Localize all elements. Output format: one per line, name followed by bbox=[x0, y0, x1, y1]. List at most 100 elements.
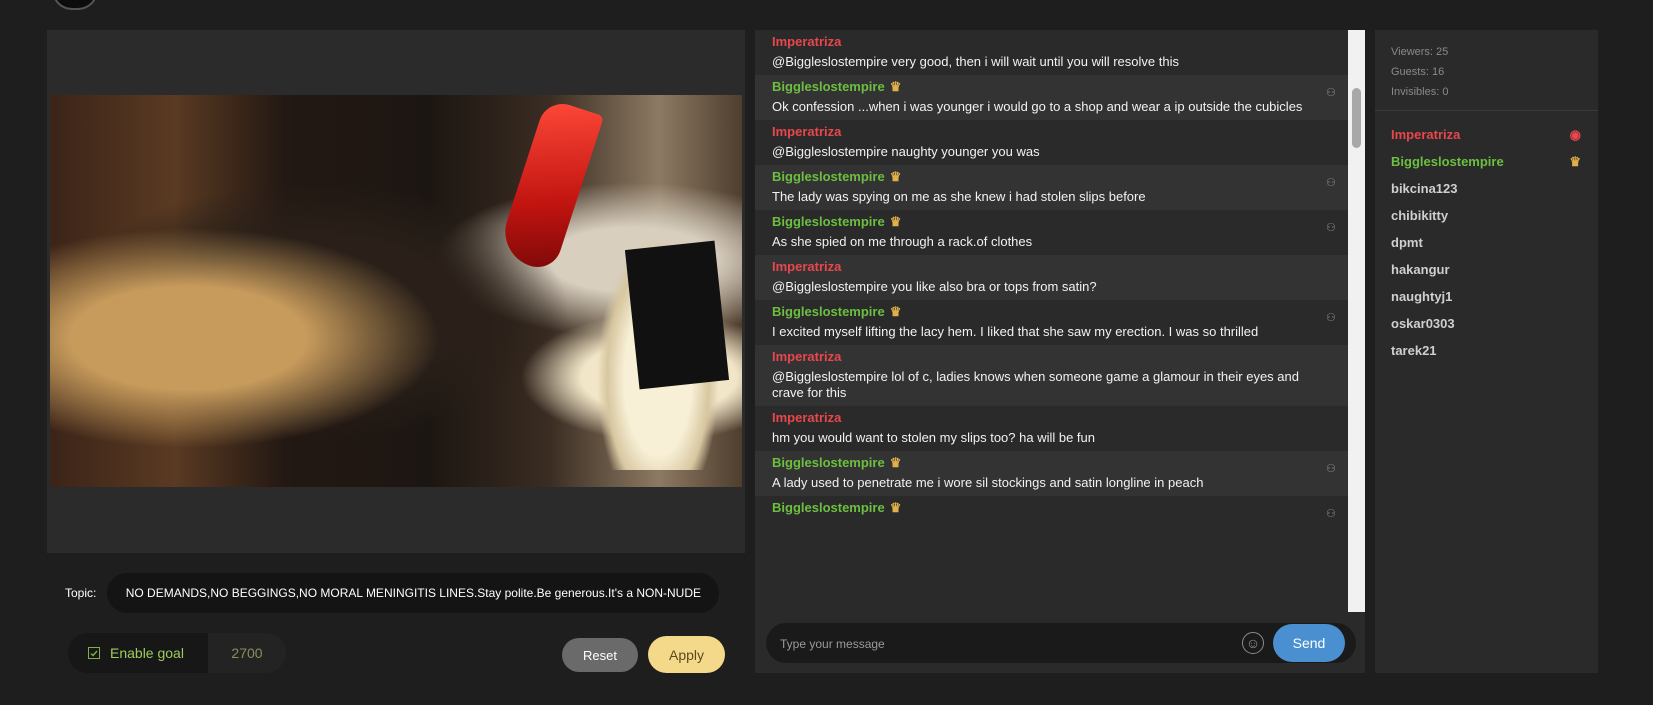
user-status-icon: ⚇ bbox=[1326, 87, 1336, 99]
guests-count: Guests: 16 bbox=[1391, 66, 1445, 78]
chat-message: Biggleslostempire ♛ The lady was spying on… bbox=[755, 165, 1348, 210]
user-list-name[interactable]: Biggleslostempire bbox=[1391, 154, 1504, 169]
user-status-icon: ⚇ bbox=[1326, 463, 1336, 475]
user-list-item[interactable]: bikcina123 bbox=[1375, 175, 1598, 202]
user-list-name[interactable]: Imperatriza bbox=[1391, 127, 1460, 142]
chat-username-text[interactable]: Biggleslostempire bbox=[772, 168, 885, 186]
user-list: Imperatriza ◉ Biggleslostempire ♛ bikcina123… bbox=[1375, 111, 1598, 364]
chat-message-input[interactable] bbox=[778, 623, 1242, 665]
crown-icon: ♛ bbox=[1569, 154, 1581, 169]
chat-message-list[interactable]: Imperatriza @Biggleslostempire very good,… bbox=[755, 30, 1348, 612]
video-content-shoe bbox=[495, 97, 605, 274]
chat-message: Biggleslostempire ♛ ⚇ bbox=[755, 496, 1348, 522]
users-panel: Viewers: 25 Guests: 16 Invisibles: 0 Imp… bbox=[1375, 30, 1598, 673]
user-status-icon: ⚇ bbox=[1326, 177, 1336, 189]
chat-message-username[interactable]: Imperatriza bbox=[772, 348, 1334, 366]
viewer-stats: Viewers: 25 Guests: 16 Invisibles: 0 bbox=[1375, 30, 1598, 111]
goal-amount-input[interactable]: 2700 bbox=[208, 633, 286, 673]
crown-icon: ♛ bbox=[889, 169, 902, 184]
user-list-name[interactable]: bikcina123 bbox=[1391, 181, 1458, 196]
chat-message-text: @Biggleslostempire naughty younger you w… bbox=[772, 144, 1040, 159]
chat-message: Biggleslostempire ♛ Ok confession ...when … bbox=[755, 75, 1348, 120]
user-list-item[interactable]: Biggleslostempire ♛ bbox=[1375, 148, 1598, 175]
webcam-video[interactable] bbox=[50, 95, 742, 487]
user-list-item[interactable]: hakangur bbox=[1375, 256, 1598, 283]
chat-username-text[interactable]: Imperatriza bbox=[772, 348, 841, 366]
goal-control: Enable goal 2700 bbox=[68, 633, 286, 673]
chat-message-text: A lady used to penetrate me i wore sil s… bbox=[772, 475, 1204, 490]
chat-message-text: @Biggleslostempire you like also bra or … bbox=[772, 279, 1097, 294]
topic-label: Topic: bbox=[65, 586, 97, 600]
chat-message-username[interactable]: Biggleslostempire ♛ bbox=[772, 213, 1334, 231]
user-list-item[interactable]: tarek21 bbox=[1375, 337, 1598, 364]
video-panel bbox=[47, 30, 745, 553]
chat-message: Biggleslostempire ♛ As she spied on me thr… bbox=[755, 210, 1348, 255]
user-list-item[interactable]: chibikitty bbox=[1375, 202, 1598, 229]
send-button[interactable]: Send bbox=[1273, 624, 1345, 662]
chat-message-text: As she spied on me through a rack.of clo… bbox=[772, 234, 1033, 249]
crown-icon: ♛ bbox=[889, 214, 902, 229]
user-status-icon: ⚇ bbox=[1326, 222, 1336, 234]
webcam-icon: ◉ bbox=[1569, 127, 1581, 142]
chat-username-text[interactable]: Biggleslostempire bbox=[772, 78, 885, 96]
chat-message: Imperatriza @Biggleslostempire you like a… bbox=[755, 255, 1348, 300]
chat-message-username[interactable]: Imperatriza bbox=[772, 409, 1334, 427]
user-list-item[interactable]: naughtyj1 bbox=[1375, 283, 1598, 310]
chat-message-username[interactable]: Biggleslostempire ♛ bbox=[772, 168, 1334, 186]
chat-username-text[interactable]: Imperatriza bbox=[772, 33, 841, 51]
chat-message-username[interactable]: Biggleslostempire ♛ bbox=[772, 454, 1334, 472]
user-status-icon: ⚇ bbox=[1326, 312, 1336, 324]
user-list-name[interactable]: tarek21 bbox=[1391, 343, 1437, 358]
checkmark-icon bbox=[90, 650, 98, 657]
enable-goal-label[interactable]: Enable goal bbox=[110, 645, 184, 661]
user-list-item[interactable]: oskar0303 bbox=[1375, 310, 1598, 337]
chat-message-username[interactable]: Imperatriza bbox=[772, 123, 1334, 141]
chat-scrollbar[interactable] bbox=[1348, 30, 1365, 612]
chat-message: Imperatriza @Biggleslostempire very good,… bbox=[755, 30, 1348, 75]
invisibles-count: Invisibles: 0 bbox=[1391, 86, 1449, 98]
chat-username-text[interactable]: Imperatriza bbox=[772, 258, 841, 276]
user-list-name[interactable]: hakangur bbox=[1391, 262, 1450, 277]
chat-username-text[interactable]: Biggleslostempire bbox=[772, 303, 885, 321]
chat-message: Imperatriza hm you would want to stolen m… bbox=[755, 406, 1348, 451]
chat-message-username[interactable]: Imperatriza bbox=[772, 258, 1334, 276]
site-logo[interactable] bbox=[52, 0, 98, 10]
chat-message-text: Ok confession ...when i was younger i wo… bbox=[772, 99, 1303, 114]
chat-username-text[interactable]: Imperatriza bbox=[772, 409, 841, 427]
video-content-sign bbox=[624, 240, 730, 390]
chat-input-bar: ☺ Send bbox=[766, 623, 1356, 665]
chat-username-text[interactable]: Biggleslostempire bbox=[772, 213, 885, 231]
user-list-name[interactable]: dpmt bbox=[1391, 235, 1423, 250]
user-list-name[interactable]: chibikitty bbox=[1391, 208, 1448, 223]
chat-message-text: hm you would want to stolen my slips too… bbox=[772, 430, 1096, 445]
chat-message-text: The lady was spying on me as she knew i … bbox=[772, 189, 1146, 204]
user-list-item[interactable]: Imperatriza ◉ bbox=[1375, 121, 1598, 148]
user-list-name[interactable]: oskar0303 bbox=[1391, 316, 1455, 331]
enable-goal-checkbox[interactable] bbox=[88, 647, 100, 659]
emoji-icon[interactable]: ☺ bbox=[1242, 632, 1264, 654]
chat-username-text[interactable]: Imperatriza bbox=[772, 123, 841, 141]
chat-username-text[interactable]: Biggleslostempire bbox=[772, 499, 885, 517]
reset-button[interactable]: Reset bbox=[562, 638, 638, 672]
chat-message-text: @Biggleslostempire lol of c, ladies know… bbox=[772, 369, 1299, 400]
crown-icon: ♛ bbox=[889, 455, 902, 470]
user-list-name[interactable]: naughtyj1 bbox=[1391, 289, 1452, 304]
crown-icon: ♛ bbox=[889, 79, 902, 94]
viewers-count: Viewers: 25 bbox=[1391, 46, 1449, 58]
chat-message-username[interactable]: Biggleslostempire ♛ bbox=[772, 78, 1334, 96]
topic-row: Topic: NO DEMANDS,NO BEGGINGS,NO MORAL M… bbox=[65, 573, 720, 613]
chat-scrollbar-thumb[interactable] bbox=[1352, 88, 1361, 148]
chat-message-text: I excited myself lifting the lacy hem. I… bbox=[772, 324, 1259, 339]
chat-panel: Imperatriza @Biggleslostempire very good,… bbox=[755, 30, 1365, 673]
crown-icon: ♛ bbox=[889, 304, 902, 319]
chat-message-username[interactable]: Imperatriza bbox=[772, 33, 1334, 51]
chat-message: Biggleslostempire ♛ I excited myself lifti… bbox=[755, 300, 1348, 345]
chat-message: Imperatriza @Biggleslostempire naughty yo… bbox=[755, 120, 1348, 165]
apply-button[interactable]: Apply bbox=[648, 636, 725, 673]
chat-message: Biggleslostempire ♛ A lady used to penetra… bbox=[755, 451, 1348, 496]
chat-message-text: @Biggleslostempire very good, then i wil… bbox=[772, 54, 1179, 69]
chat-username-text[interactable]: Biggleslostempire bbox=[772, 454, 885, 472]
chat-message-username[interactable]: Biggleslostempire ♛ bbox=[772, 499, 1334, 517]
chat-message-username[interactable]: Biggleslostempire ♛ bbox=[772, 303, 1334, 321]
user-list-item[interactable]: dpmt bbox=[1375, 229, 1598, 256]
